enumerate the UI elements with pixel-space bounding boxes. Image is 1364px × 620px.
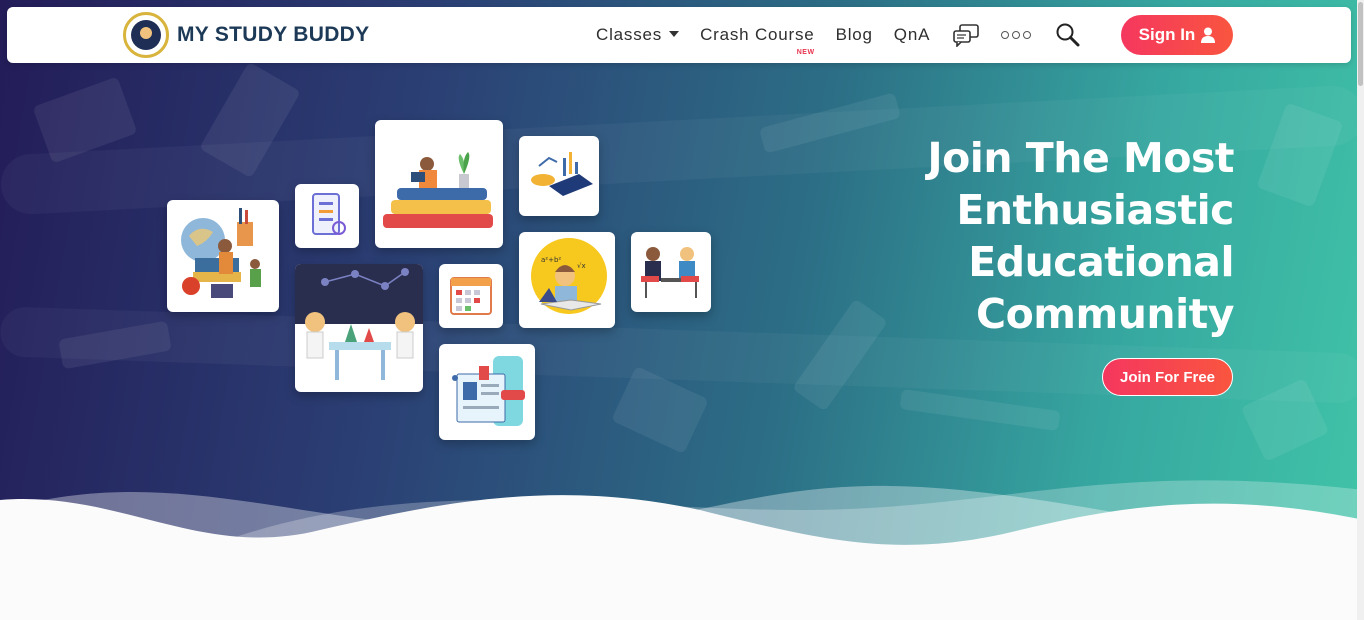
hero-headline: Join The Most Enthusiastic Educational C… bbox=[814, 132, 1234, 340]
user-icon bbox=[1201, 27, 1216, 43]
chat-bubbles-icon[interactable] bbox=[952, 23, 980, 47]
headline-line-2: Enthusiastic bbox=[956, 186, 1234, 234]
nav-classes-label: Classes bbox=[596, 25, 663, 44]
illustration-student-books bbox=[375, 120, 503, 248]
hero-banner: a²+b² √x Join The Most Enthusiastic Educ… bbox=[0, 0, 1364, 620]
nav-blog[interactable]: Blog bbox=[836, 25, 873, 45]
caret-down-icon bbox=[669, 31, 680, 37]
top-navbar: MY STUDY BUDDY Classes Crash Course NEW … bbox=[7, 7, 1351, 63]
illustration-globe-family bbox=[167, 200, 279, 312]
brand-logo[interactable]: MY STUDY BUDDY bbox=[123, 12, 369, 58]
headline-line-3: Educational bbox=[968, 238, 1234, 286]
new-badge: NEW bbox=[796, 49, 815, 56]
page-scrollbar[interactable] bbox=[1357, 0, 1364, 620]
nav-classes[interactable]: Classes bbox=[596, 25, 680, 45]
illustration-student-math: a²+b² √x bbox=[519, 232, 615, 328]
illustration-finance-chart bbox=[519, 136, 599, 216]
brand-name: MY STUDY BUDDY bbox=[177, 23, 370, 46]
sign-in-label: Sign In bbox=[1138, 25, 1196, 44]
illustration-online-course bbox=[439, 344, 535, 440]
logo-badge-icon bbox=[123, 12, 169, 58]
svg-text:a²+b²: a²+b² bbox=[541, 256, 561, 264]
headline-line-4: Community bbox=[976, 290, 1234, 338]
join-for-free-button[interactable]: Join For Free bbox=[1102, 358, 1233, 396]
search-icon[interactable] bbox=[1055, 22, 1081, 48]
illustration-interview bbox=[631, 232, 711, 312]
nav-crash-course[interactable]: Crash Course NEW bbox=[700, 25, 815, 56]
illustration-calendar bbox=[439, 264, 503, 328]
more-dots-icon[interactable] bbox=[1001, 31, 1032, 39]
nav-qna[interactable]: QnA bbox=[894, 25, 930, 45]
nav-menu: Classes Crash Course NEW Blog QnA bbox=[596, 7, 1081, 63]
hero-wave-divider bbox=[0, 480, 1364, 620]
sign-in-button[interactable]: Sign In bbox=[1121, 15, 1233, 55]
svg-text:√x: √x bbox=[577, 262, 586, 270]
nav-crash-course-label: Crash Course bbox=[700, 25, 815, 44]
headline-line-1: Join The Most bbox=[927, 134, 1234, 182]
illustration-checklist bbox=[295, 184, 359, 248]
illustration-science-lab bbox=[295, 264, 423, 392]
